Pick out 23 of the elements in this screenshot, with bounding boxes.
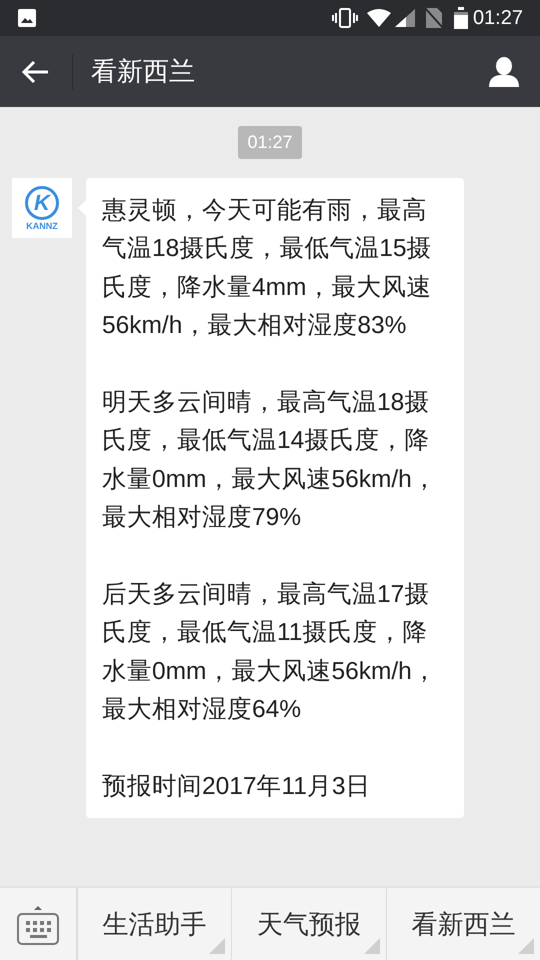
menu-item[interactable]: 天气预报 xyxy=(231,888,386,960)
menu-item[interactable]: 生活助手 xyxy=(77,888,232,960)
message-text: 明天多云间晴，最高气温18摄氏度，最低气温14摄氏度，降水量0mm，最大风速56km/h，最大相对湿度79% xyxy=(102,388,438,534)
timestamp: 01:27 xyxy=(238,126,302,159)
signal-icon xyxy=(394,8,416,28)
menu-item[interactable]: 看新西兰 xyxy=(386,888,540,960)
chat-title: 看新西兰 xyxy=(91,55,196,88)
corner-triangle-icon xyxy=(364,938,380,954)
logo-wordmark: KANNZ xyxy=(26,222,58,230)
no-sim-icon xyxy=(424,7,444,29)
wifi-icon xyxy=(366,8,392,28)
battery-icon xyxy=(454,7,468,29)
vibrate-icon xyxy=(332,8,358,28)
person-icon xyxy=(488,56,520,86)
image-icon xyxy=(17,8,37,28)
corner-triangle-icon xyxy=(518,938,534,954)
corner-triangle-icon xyxy=(209,938,226,954)
status-time: 01:27 xyxy=(472,6,523,31)
message-text: 后天多云间晴，最高气温17摄氏度，最低气温11摄氏度，降水量0mm，最大风速56km/h，最大相对湿度64% xyxy=(102,580,438,726)
back-arrow-icon xyxy=(22,60,50,84)
logo-monogram: K xyxy=(34,192,50,214)
message-text: 惠灵顿，今天可能有雨，最高气温18摄氏度，最低气温15摄氏度，降水量4mm，最大风速56km/h，最大相对湿度83% xyxy=(102,196,433,342)
message-text: 预报时间2017年11月3日 xyxy=(102,772,372,802)
